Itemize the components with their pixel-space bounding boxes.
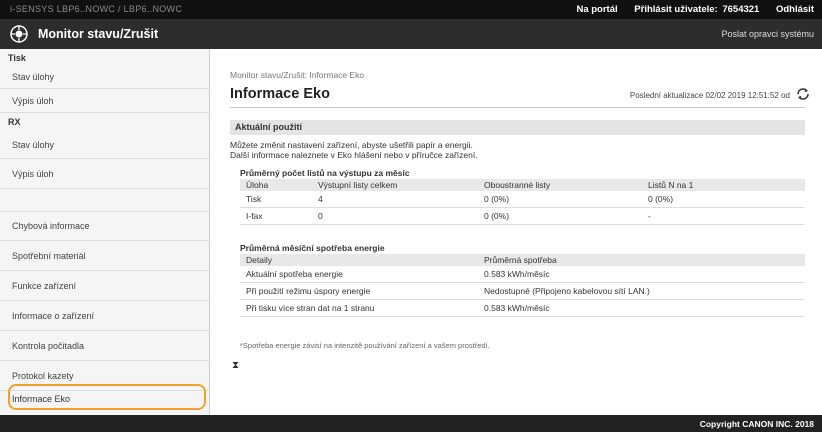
energy-heading: Průměrná měsíční spotřeba energie [240,243,385,253]
title-divider [230,107,805,108]
column-header: Listů N na 1 [648,180,694,190]
table-cell: Tisk [246,194,262,204]
user-id: 7654321 [722,4,760,15]
sidebar: Tisk Stav úlohy Výpis úloh RX Stav úlohy… [0,49,210,415]
table-cell: I-fax [246,211,263,221]
app-title: Monitor stavu/Zrušit [38,27,159,41]
column-header: Oboustranné listy [484,180,551,190]
header-bar: Monitor stavu/Zrušit Poslat opravci syst… [0,19,822,49]
table-row: Při použití režimu úspory energie Nedost… [240,283,805,300]
pages-heading: Průměrný počet listů na výstupu za měsíc [240,168,410,178]
sidebar-item-consumables[interactable]: Spotřební materiál [0,241,209,271]
page-title: Informace Eko [230,86,330,102]
monitor-status-icon [10,25,28,43]
energy-table-header: Detaily Průměrná spotřeba [240,254,805,266]
description-line-1: Můžete změnit nastavení zařízení, abyste… [230,140,473,150]
sidebar-heading-print: Tisk [8,53,26,63]
table-cell: 0 (0%) [484,194,510,204]
sidebar-item-rx-job-log[interactable]: Výpis úloh [0,159,209,189]
sidebar-item-print-job-status[interactable]: Stav úlohy [0,65,209,89]
table-cell: Při použití režimu úspory energie [246,286,371,296]
table-cell: - [648,211,651,221]
table-cell: Aktuální spotřeba energie [246,269,343,279]
sidebar-heading-rx: RX [8,117,21,127]
energy-note: *Spotřeba energie závisí na intenzitě po… [240,341,490,350]
top-bar: i-SENSYS LBP6..NOWC / LBP6..NOWC Na port… [0,0,822,19]
energy-table: Detaily Průměrná spotřeba Aktuální spotř… [240,254,805,317]
table-cell: 0.583 kWh/měsíc [484,303,550,313]
sidebar-item-rx-job-status[interactable]: Stav úlohy [0,131,209,159]
table-cell: 0 (0%) [484,211,510,221]
table-cell: 0.583 kWh/měsíc [484,269,550,279]
sidebar-item-counter-check[interactable]: Kontrola počitadla [0,331,209,361]
table-row: Tisk 4 0 (0%) 0 (0%) [240,191,805,208]
pages-table-header: Úloha Výstupní listy celkem Oboustranné … [240,179,805,191]
top-links: Na portál Přihlásit uživatele: 7654321 O… [562,4,814,15]
pages-table: Úloha Výstupní listy celkem Oboustranné … [240,179,805,225]
sidebar-item-device-features[interactable]: Funkce zařízení [0,271,209,301]
back-to-top-icon[interactable]: ⧗ [232,360,239,371]
table-row: Při tisku více stran dat na 1 stranu 0.5… [240,300,805,317]
footer: Copyright CANON INC. 2018 [0,415,822,432]
send-to-admin-link[interactable]: Poslat opravci systému [721,29,814,39]
refresh-icon[interactable] [796,87,810,101]
login-label: Přihlásit uživatele: 7654321 [634,4,760,15]
logout-link[interactable]: Odhlásit [776,4,814,15]
table-cell: Při tisku více stran dat na 1 stranu [246,303,375,313]
sidebar-item-error-info[interactable]: Chybová informace [0,211,209,241]
portal-link[interactable]: Na portál [576,4,617,15]
main-content: Monitor stavu/Zrušit: Informace Eko Info… [210,49,822,415]
column-header: Průměrná spotřeba [484,255,557,265]
sidebar-item-print-job-log[interactable]: Výpis úloh [0,89,209,113]
table-cell: 0 [318,211,323,221]
sidebar-item-eco-info[interactable]: Informace Eko [0,386,209,412]
device-name: i-SENSYS LBP6..NOWC / LBP6..NOWC [10,4,183,14]
column-header: Detaily [246,255,272,265]
description-line-2: Další informace naleznete v Eko hlášení … [230,150,478,160]
copyright: Copyright CANON INC. 2018 [699,419,814,429]
table-row: Aktuální spotřeba energie 0.583 kWh/měsí… [240,266,805,283]
table-cell: Nedostupné (Připojeno kabelovou sítí LAN… [484,286,650,296]
table-row: I-fax 0 0 (0%) - [240,208,805,225]
last-update-text: Poslední aktualizace 02/02 2019 12:51:52… [629,91,790,100]
sidebar-item-device-info[interactable]: Informace o zařízení [0,301,209,331]
column-header: Výstupní listy celkem [318,180,398,190]
table-cell: 4 [318,194,323,204]
section-current-usage: Aktuální použití [230,120,805,135]
table-cell: 0 (0%) [648,194,674,204]
column-header: Úloha [246,180,269,190]
breadcrumb: Monitor stavu/Zrušit: Informace Eko [230,70,365,80]
